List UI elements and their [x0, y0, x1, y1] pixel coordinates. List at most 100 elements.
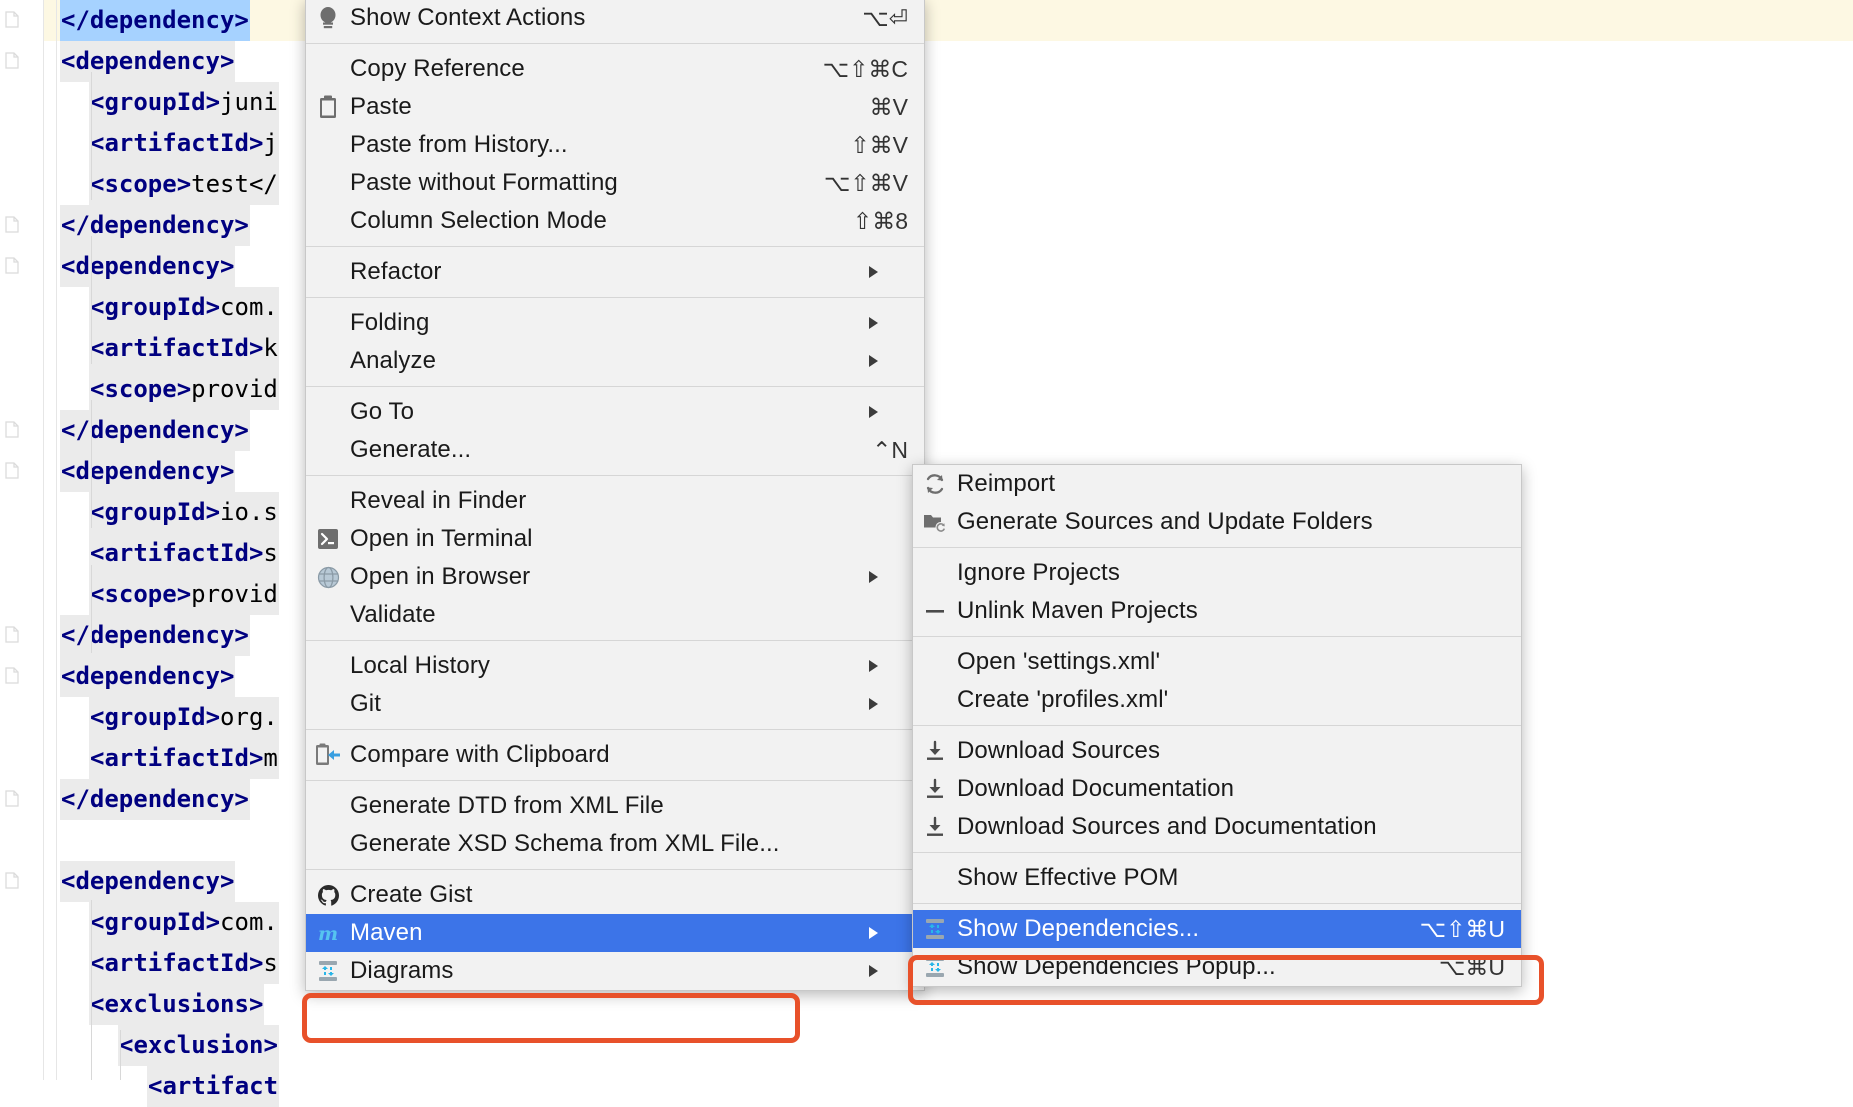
fold-icon[interactable]: [5, 626, 19, 643]
fold-icon[interactable]: [5, 421, 19, 438]
menu-item-refactor[interactable]: Refactor: [306, 253, 924, 291]
menu-item-label: Show Dependencies...: [957, 915, 1199, 943]
menu-item-compare-with-clipboard[interactable]: Compare with Clipboard: [306, 736, 924, 774]
menu-item-open-in-browser[interactable]: Open in Browser: [306, 558, 924, 596]
menu-item-maven[interactable]: mMaven: [306, 914, 924, 952]
menu-item-label: Unlink Maven Projects: [957, 597, 1198, 625]
indent-guide: [120, 1030, 121, 1080]
menu-item-label: Create Gist: [350, 881, 472, 909]
maven-submenu[interactable]: ReimportGenerate Sources and Update Fold…: [912, 464, 1522, 987]
menu-item-label: Maven: [350, 919, 423, 947]
menu-item-paste-without-formatting[interactable]: Paste without Formatting⌥⇧⌘V: [306, 164, 924, 202]
gutter-fold-marker[interactable]: [0, 451, 44, 492]
menu-item-generate-sources-and-update-folders[interactable]: Generate Sources and Update Folders: [913, 503, 1521, 541]
menu-item-download-sources-and-documentation[interactable]: Download Sources and Documentation: [913, 808, 1521, 846]
code-line-text: <dependency>: [60, 451, 235, 492]
fold-icon[interactable]: [5, 872, 19, 889]
submenu-arrow-icon: [869, 266, 908, 278]
menu-item-open-settings-xml[interactable]: Open 'settings.xml': [913, 643, 1521, 681]
menu-item-show-dependencies-popup[interactable]: Show Dependencies Popup...⌥⌘U: [913, 948, 1521, 986]
menu-item-validate[interactable]: Validate: [306, 596, 924, 634]
menu-item-reveal-in-finder[interactable]: Reveal in Finder: [306, 482, 924, 520]
menu-item-ignore-projects[interactable]: Ignore Projects: [913, 554, 1521, 592]
code-line: <artifact: [147, 1066, 279, 1107]
menu-item-create-profiles-xml[interactable]: Create 'profiles.xml': [913, 681, 1521, 719]
menu-item-icon-empty: [306, 596, 350, 634]
menu-item-shortcut: ⌘V: [830, 94, 908, 121]
menu-item-shortcut: ⇧⌘V: [810, 132, 908, 159]
menu-item-copy-reference[interactable]: Copy Reference⌥⇧⌘C: [306, 50, 924, 88]
menu-item-generate-xsd-schema-from-xml-file[interactable]: Generate XSD Schema from XML File...: [306, 825, 924, 863]
menu-item-analyze[interactable]: Analyze: [306, 342, 924, 380]
gutter-fold-marker[interactable]: [0, 656, 44, 697]
menu-item-label: Generate...: [350, 436, 471, 464]
gutter-fold-marker[interactable]: [0, 205, 44, 246]
fold-icon[interactable]: [5, 667, 19, 684]
code-line-text: </dependency>: [60, 779, 250, 820]
menu-separator: [306, 475, 924, 476]
gutter-fold-marker[interactable]: [0, 615, 44, 656]
submenu-arrow-icon: [869, 660, 908, 672]
gutter-fold-marker[interactable]: [0, 0, 44, 41]
code-line-text: <artifactId>j: [89, 123, 279, 164]
lightbulb-icon: [306, 0, 350, 37]
menu-item-icon-empty: [306, 342, 350, 380]
gutter-fold-marker[interactable]: [0, 246, 44, 287]
menu-item-reimport[interactable]: Reimport: [913, 465, 1521, 503]
code-line-text: <scope>test</: [89, 164, 279, 205]
submenu-arrow-icon: [869, 571, 908, 583]
gutter-fold-marker[interactable]: [0, 410, 44, 451]
code-line: <dependency>: [60, 41, 235, 82]
fold-icon[interactable]: [5, 11, 19, 28]
code-line-text: <groupId>juni: [89, 82, 279, 123]
menu-item-show-context-actions[interactable]: Show Context Actions⌥⏎: [306, 0, 924, 37]
code-line-text: <exclusion>: [118, 1025, 279, 1066]
fold-icon[interactable]: [5, 462, 19, 479]
code-line-text: <dependency>: [60, 246, 235, 287]
menu-item-unlink-maven-projects[interactable]: Unlink Maven Projects: [913, 592, 1521, 630]
menu-item-label: Analyze: [350, 347, 436, 375]
submenu-arrow-icon: [869, 698, 908, 710]
menu-item-paste[interactable]: Paste⌘V: [306, 88, 924, 126]
menu-item-diagrams[interactable]: Diagrams: [306, 952, 924, 990]
gutter-fold-marker[interactable]: [0, 41, 44, 82]
caret-line-highlight: [0, 0, 1853, 41]
fold-icon[interactable]: [5, 52, 19, 69]
maven-icon: m: [306, 914, 350, 952]
gutter-fold-marker[interactable]: [0, 861, 44, 902]
menu-item-label: Validate: [350, 601, 436, 629]
fold-icon[interactable]: [5, 216, 19, 233]
dependencies-popup-icon: [913, 948, 957, 986]
menu-item-download-sources[interactable]: Download Sources: [913, 732, 1521, 770]
menu-item-show-dependencies[interactable]: Show Dependencies...⌥⇧⌘U: [913, 910, 1521, 948]
indent-guide: [91, 400, 92, 528]
menu-item-folding[interactable]: Folding: [306, 304, 924, 342]
menu-item-label: Download Sources and Documentation: [957, 813, 1377, 841]
menu-item-create-gist[interactable]: Create Gist: [306, 876, 924, 914]
menu-item-label: Generate XSD Schema from XML File...: [350, 830, 780, 858]
menu-item-generate[interactable]: Generate...⌃N: [306, 431, 924, 469]
gutter-fold-marker[interactable]: [0, 779, 44, 820]
menu-item-go-to[interactable]: Go To: [306, 393, 924, 431]
menu-item-label: Git: [350, 690, 381, 718]
menu-item-column-selection-mode[interactable]: Column Selection Mode⇧⌘8: [306, 202, 924, 240]
code-line-text: <groupId>com.: [89, 287, 279, 328]
menu-item-show-effective-pom[interactable]: Show Effective POM: [913, 859, 1521, 897]
menu-item-git[interactable]: Git: [306, 685, 924, 723]
menu-item-download-documentation[interactable]: Download Documentation: [913, 770, 1521, 808]
menu-item-local-history[interactable]: Local History: [306, 647, 924, 685]
menu-item-label: Paste without Formatting: [350, 169, 618, 197]
editor-gutter[interactable]: [0, 0, 44, 1080]
fold-icon[interactable]: [5, 790, 19, 807]
fold-icon[interactable]: [5, 257, 19, 274]
code-line: </dependency>: [60, 615, 250, 656]
menu-item-open-in-terminal[interactable]: Open in Terminal: [306, 520, 924, 558]
menu-item-generate-dtd-from-xml-file[interactable]: Generate DTD from XML File: [306, 787, 924, 825]
code-line-text: <scope>provid: [89, 369, 279, 410]
code-line: <groupId>com.: [89, 902, 279, 943]
menu-item-paste-from-history[interactable]: Paste from History...⇧⌘V: [306, 126, 924, 164]
code-line: <groupId>org.: [89, 697, 279, 738]
menu-separator: [306, 640, 924, 641]
editor-context-menu[interactable]: Show Context Actions⌥⏎ Copy Reference⌥⇧⌘C…: [305, 0, 925, 991]
code-line: <exclusion>: [118, 1025, 279, 1066]
